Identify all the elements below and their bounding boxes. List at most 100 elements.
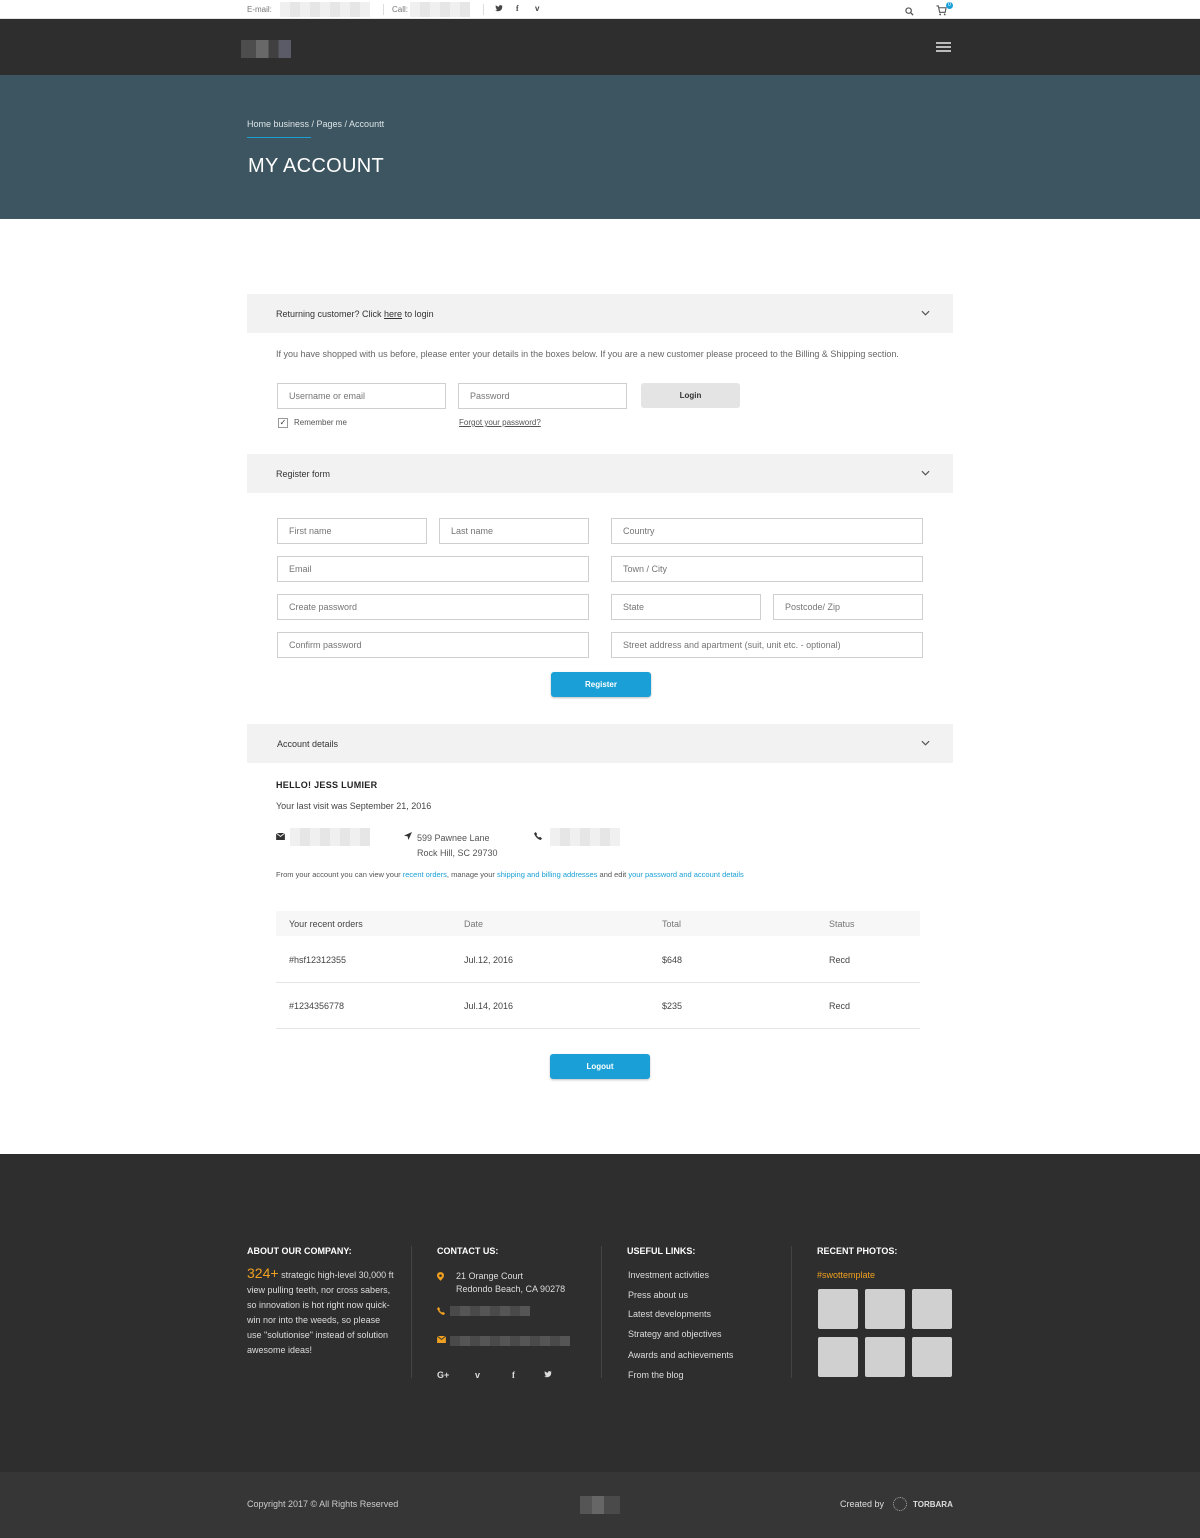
column-divider bbox=[411, 1246, 412, 1378]
remember-me-label: Remember me bbox=[294, 418, 347, 427]
recent-photo[interactable] bbox=[912, 1337, 952, 1377]
chevron-down-icon[interactable] bbox=[921, 468, 930, 478]
register-button[interactable]: Register bbox=[551, 672, 651, 697]
order-id[interactable]: #hsf12312355 bbox=[289, 955, 346, 965]
column-divider bbox=[601, 1246, 602, 1378]
state-input[interactable] bbox=[611, 594, 761, 620]
page-title: MY ACCOUNT bbox=[248, 155, 384, 177]
account-description: From your account you can view your rece… bbox=[276, 870, 744, 879]
orders-table-header bbox=[276, 911, 920, 936]
google-plus-icon[interactable]: G+ bbox=[437, 1370, 449, 1380]
links-title: USEFUL LINKS: bbox=[627, 1246, 696, 1256]
forgot-password-link[interactable]: Forgot your password? bbox=[459, 418, 541, 427]
footer: ABOUT OUR COMPANY: 324+ strategic high-l… bbox=[0, 1154, 1200, 1472]
email-value bbox=[280, 2, 370, 17]
email-input[interactable] bbox=[277, 556, 589, 582]
bottom-bar: Copyright 2017 © All Rights Reserved Cre… bbox=[0, 1472, 1200, 1538]
menu-icon[interactable] bbox=[936, 42, 951, 52]
register-section-header[interactable]: Register form bbox=[247, 454, 953, 493]
recent-orders-link[interactable]: recent orders bbox=[403, 870, 447, 879]
order-total: $235 bbox=[662, 1001, 683, 1011]
order-total: $648 bbox=[662, 955, 683, 965]
cart-count-badge: 0 bbox=[946, 2, 953, 9]
order-status: Recd bbox=[829, 955, 851, 965]
postcode-input[interactable] bbox=[773, 594, 923, 620]
footer-link[interactable]: From the blog bbox=[628, 1370, 684, 1380]
account-section-header[interactable]: Account details bbox=[247, 724, 953, 763]
main-header bbox=[0, 19, 1200, 75]
footer-link[interactable]: Latest developments bbox=[628, 1309, 711, 1319]
login-note: If you have shopped with us before, plea… bbox=[276, 349, 899, 359]
username-input[interactable] bbox=[277, 383, 446, 409]
photos-hashtag[interactable]: #swottemplate bbox=[817, 1268, 875, 1283]
photos-title: RECENT PHOTOS: bbox=[817, 1246, 898, 1256]
account-phone-value bbox=[550, 828, 620, 846]
recent-photo[interactable] bbox=[912, 1289, 952, 1329]
footer-logo[interactable] bbox=[580, 1496, 620, 1514]
contact-address: 21 Orange Court Redondo Beach, CA 90278 bbox=[456, 1271, 566, 1294]
recent-photo[interactable] bbox=[818, 1337, 858, 1377]
footer-link[interactable]: Strategy and objectives bbox=[628, 1329, 722, 1339]
location-arrow-icon bbox=[404, 832, 412, 842]
confirm-password-input[interactable] bbox=[277, 632, 589, 658]
chevron-down-icon[interactable] bbox=[921, 738, 930, 748]
chevron-down-icon[interactable] bbox=[921, 308, 930, 318]
recent-photo[interactable] bbox=[818, 1289, 858, 1329]
account-details-link[interactable]: your password and account details bbox=[628, 870, 744, 879]
last-visit-text: Your last visit was September 21, 2016 bbox=[276, 801, 432, 811]
phone-value bbox=[410, 2, 470, 17]
recent-photo[interactable] bbox=[865, 1289, 905, 1329]
facebook-icon[interactable]: f bbox=[512, 1370, 515, 1380]
row-divider bbox=[276, 1028, 920, 1029]
remember-me-checkbox[interactable]: ✓ bbox=[278, 418, 288, 428]
phone-icon bbox=[534, 832, 542, 842]
breadcrumb[interactable]: Home business / Pages / Accountt bbox=[247, 119, 384, 129]
recent-photo[interactable] bbox=[865, 1337, 905, 1377]
login-section-title: Returning customer? Click here to login bbox=[276, 309, 434, 319]
street-address-input[interactable] bbox=[611, 632, 923, 658]
last-name-input[interactable] bbox=[439, 518, 589, 544]
phone-icon bbox=[437, 1307, 445, 1317]
facebook-icon[interactable]: f bbox=[516, 4, 519, 13]
vimeo-icon[interactable]: v bbox=[475, 1370, 480, 1380]
breadcrumb-underline bbox=[247, 137, 311, 138]
order-id[interactable]: #1234356778 bbox=[289, 1001, 344, 1011]
login-here-link[interactable]: here bbox=[384, 309, 402, 319]
copyright: Copyright 2017 © All Rights Reserved bbox=[247, 1499, 399, 1509]
twitter-icon[interactable] bbox=[495, 4, 503, 14]
create-password-input[interactable] bbox=[277, 594, 589, 620]
divider bbox=[383, 4, 384, 15]
twitter-icon[interactable] bbox=[544, 1370, 552, 1380]
divider bbox=[483, 4, 484, 15]
about-text: 324+ strategic high-level 30,000 ft view… bbox=[247, 1265, 394, 1356]
site-logo[interactable] bbox=[241, 40, 291, 58]
orders-header-total: Total bbox=[662, 919, 682, 929]
about-number: 324+ bbox=[247, 1265, 279, 1281]
contact-title: CONTACT US: bbox=[437, 1246, 499, 1256]
password-input[interactable] bbox=[458, 383, 627, 409]
creator-logo-icon[interactable] bbox=[893, 1497, 907, 1511]
vimeo-icon[interactable]: v bbox=[535, 4, 539, 13]
footer-link[interactable]: Investment activities bbox=[628, 1270, 709, 1280]
account-email-value bbox=[290, 828, 370, 846]
envelope-icon bbox=[275, 832, 286, 842]
created-by-label: Created by bbox=[840, 1499, 885, 1509]
footer-link[interactable]: Awards and achievements bbox=[628, 1350, 733, 1360]
first-name-input[interactable] bbox=[277, 518, 427, 544]
logout-button[interactable]: Logout bbox=[550, 1054, 650, 1079]
town-city-input[interactable] bbox=[611, 556, 923, 582]
contact-phone-value bbox=[450, 1306, 530, 1316]
addresses-link[interactable]: shipping and billing addresses bbox=[497, 870, 598, 879]
order-date: Jul.12, 2016 bbox=[464, 955, 514, 965]
map-pin-icon bbox=[437, 1272, 444, 1283]
about-title: ABOUT OUR COMPANY: bbox=[247, 1246, 352, 1256]
call-label: Call: bbox=[392, 5, 409, 14]
creator-name[interactable]: TORBARA bbox=[913, 1500, 953, 1509]
page-title-band: Home business / Pages / Accountt MY ACCO… bbox=[0, 75, 1200, 219]
country-input[interactable] bbox=[611, 518, 923, 544]
login-button[interactable]: Login bbox=[641, 383, 740, 408]
envelope-icon bbox=[436, 1335, 447, 1345]
login-section-header[interactable]: Returning customer? Click here to login bbox=[247, 294, 953, 333]
footer-link-active[interactable]: Press about us bbox=[628, 1290, 688, 1300]
account-address: 599 Pawnee Lane Rock Hill, SC 29730 bbox=[417, 833, 498, 858]
